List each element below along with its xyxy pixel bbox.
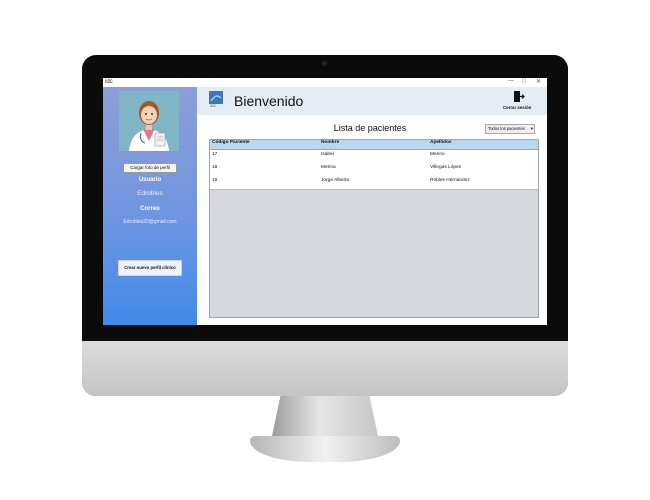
email-heading: Correo (140, 206, 160, 212)
cell-name: Jorge Alberto (321, 178, 350, 183)
cell-code: 18 (212, 165, 218, 170)
cell-surname: Villegas López (430, 165, 462, 170)
column-header-name[interactable]: Nombre (321, 140, 339, 145)
table-row[interactable]: 17 Isabel Merino (210, 152, 538, 164)
table-row[interactable]: 19 Jorge Alberto Robles Hernández (210, 178, 538, 190)
upload-photo-button[interactable]: Cargar foto de perfil (123, 163, 177, 173)
cell-surname: Merino (430, 152, 445, 157)
create-clinical-profile-button[interactable]: Crear nuevo perfil clínico (118, 260, 182, 276)
email-value: Edrobles20@gmail.com (123, 219, 177, 225)
app-window: idc — □ ✕ Cargar foto de perfil Usuario … (103, 78, 547, 325)
chevron-down-icon: ▾ (530, 126, 533, 131)
maximize-button[interactable]: □ (522, 78, 526, 84)
column-header-code[interactable]: Código Paciente (212, 140, 250, 145)
sidebar: Cargar foto de perfil Usuario Edrobles C… (103, 87, 197, 325)
cell-name: Merina (321, 165, 336, 170)
table-header-row: Código Paciente Nombre Apellidos (210, 140, 538, 150)
cell-code: 17 (212, 152, 218, 157)
monitor-stand-neck (272, 396, 378, 436)
window-titlebar: idc — □ ✕ (103, 78, 547, 87)
logout-label[interactable]: Cerrar sesión (503, 105, 531, 110)
camera-dot (322, 61, 327, 66)
cell-name: Isabel (321, 152, 334, 157)
doctor-avatar (119, 91, 179, 151)
logo-text: IDC (210, 104, 217, 108)
filter-value: Todos los pacientes (488, 126, 525, 131)
app-icon-label: idc (105, 79, 113, 85)
minimize-button[interactable]: — (508, 78, 514, 84)
close-button[interactable]: ✕ (536, 78, 541, 85)
user-value: Edrobles (137, 190, 163, 197)
patient-filter-select[interactable]: Todos los pacientes ▾ (485, 124, 535, 134)
monitor-chin (82, 341, 568, 396)
monitor-stand-base (250, 436, 400, 462)
main-panel: IDC Bienvenido Cerrar sesión Lista de pa… (197, 87, 547, 325)
welcome-title: Bienvenido (234, 93, 304, 109)
header-bar: IDC Bienvenido Cerrar sesión (197, 87, 547, 115)
doctor-illustration-icon (119, 91, 179, 151)
user-heading: Usuario (138, 177, 162, 183)
table-row[interactable]: 18 Merina Villegas López (210, 165, 538, 177)
cell-surname: Robles Hernández (430, 178, 470, 183)
patients-table: Código Paciente Nombre Apellidos 17 Isab… (209, 139, 539, 318)
app-logo-icon (209, 91, 223, 104)
cell-code: 19 (212, 178, 218, 183)
column-header-surname[interactable]: Apellidos (430, 140, 452, 145)
